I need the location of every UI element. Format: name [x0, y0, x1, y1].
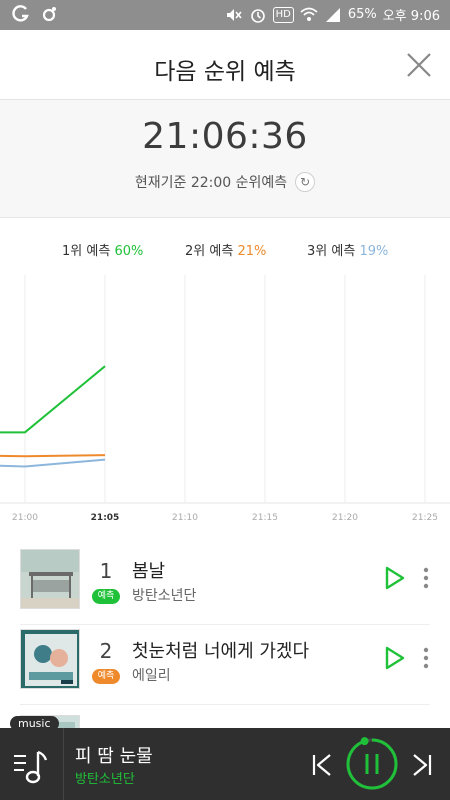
countdown-panel: 21:06:36 현재기준 22:00 순위예측 ↻ — [0, 100, 450, 218]
bus-stop-album-art — [20, 549, 80, 609]
song-title: 첫눈처럼 너에게 가겠다 — [132, 641, 310, 662]
skip-previous-icon — [312, 754, 331, 776]
legend-pct: 19% — [359, 244, 389, 259]
legend-label: 3위 예측 — [307, 244, 356, 259]
alarm-icon — [249, 6, 267, 24]
pause-icon — [346, 737, 398, 790]
battery-level: 65% — [347, 7, 377, 22]
next-button[interactable] — [410, 752, 434, 778]
rank-prediction-chart: 21:00 21:05 21:10 21:15 21:20 21:25 — [0, 275, 450, 523]
playback-progress-ring — [346, 738, 398, 790]
legend-item-3: 3위 예측 19% — [307, 240, 388, 259]
series-line-1 — [0, 365, 106, 434]
countdown-time: 21:06:36 — [142, 116, 308, 157]
series-line-3 — [0, 458, 106, 468]
playback-progress-knob — [360, 737, 369, 746]
now-playing-artist: 방탄소년단 — [75, 772, 135, 787]
more-vertical-icon — [423, 647, 429, 669]
page-title: 다음 순위 예측 — [154, 59, 296, 85]
legend-item-2: 2위 예측 21% — [185, 240, 266, 259]
x-tick-label: 21:05 — [91, 513, 120, 523]
legend-label: 1위 예측 — [62, 244, 111, 259]
series-line-2 — [0, 454, 106, 458]
playlist-button[interactable] — [10, 746, 54, 786]
mute-icon — [225, 6, 243, 24]
play-button[interactable] — [384, 566, 406, 590]
now-playing-title: 피 땀 눈물 — [75, 746, 153, 767]
basis-text: 현재기준 22:00 순위예측 — [134, 175, 288, 191]
play-icon — [385, 646, 405, 670]
close-icon — [407, 53, 431, 77]
music-note-list-icon — [14, 750, 48, 784]
previous-button[interactable] — [310, 752, 334, 778]
chart-legend: 1위 예측 60% 2위 예측 21% 3위 예측 19% — [0, 240, 450, 262]
mini-player[interactable]: music 피 땀 눈물 방탄소년단 — [0, 716, 450, 800]
legend-pct: 21% — [237, 244, 267, 259]
list-item[interactable] — [20, 705, 430, 728]
play-icon — [385, 566, 405, 590]
more-vertical-icon — [423, 567, 429, 589]
refresh-button[interactable]: ↻ — [295, 172, 316, 192]
list-item[interactable]: 2 예측 첫눈처럼 너에게 가겠다 에일리 — [20, 625, 430, 705]
song-title: 봄날 — [132, 561, 166, 582]
music-tag: music — [10, 716, 59, 731]
play-button[interactable] — [384, 646, 406, 670]
rank-number: 2 — [99, 639, 113, 663]
refresh-icon: ↻ — [300, 175, 311, 189]
pause-button[interactable] — [344, 736, 400, 792]
status-bar: HD 65% 오후 9:06 — [0, 0, 450, 30]
more-options-button[interactable] — [418, 645, 434, 671]
legend-label: 2위 예측 — [185, 244, 234, 259]
skip-next-icon — [413, 754, 432, 776]
legend-pct: 60% — [114, 244, 144, 259]
x-tick-label: 21:20 — [332, 513, 358, 523]
signal-icon — [324, 6, 342, 24]
prediction-badge: 예측 — [92, 669, 120, 684]
notification-dot-icon — [40, 5, 58, 23]
prediction-badge: 예측 — [92, 589, 120, 604]
basis-line: 현재기준 22:00 순위예측 ↻ — [0, 172, 450, 192]
list-item[interactable]: 1 예측 봄날 방탄소년단 — [20, 545, 430, 625]
status-time: 오후 9:06 — [382, 9, 440, 24]
song-artist: 방탄소년단 — [132, 588, 197, 604]
rank-number: 1 — [99, 559, 113, 583]
x-tick-label: 21:10 — [172, 513, 198, 523]
page-header: 다음 순위 예측 — [0, 30, 450, 100]
x-tick-label: 21:25 — [412, 513, 438, 523]
g-icon — [12, 5, 30, 23]
x-tick-label: 21:15 — [252, 513, 278, 523]
more-options-button[interactable] — [418, 565, 434, 591]
wifi-icon — [300, 6, 318, 24]
player-divider — [63, 728, 64, 800]
legend-item-1: 1위 예측 60% — [62, 240, 143, 259]
hd-icon: HD — [272, 6, 294, 23]
drama-ost-album-art — [20, 629, 80, 689]
song-artist: 에일리 — [132, 668, 171, 684]
x-tick-label: 21:00 — [12, 513, 38, 523]
close-button[interactable] — [404, 50, 434, 80]
